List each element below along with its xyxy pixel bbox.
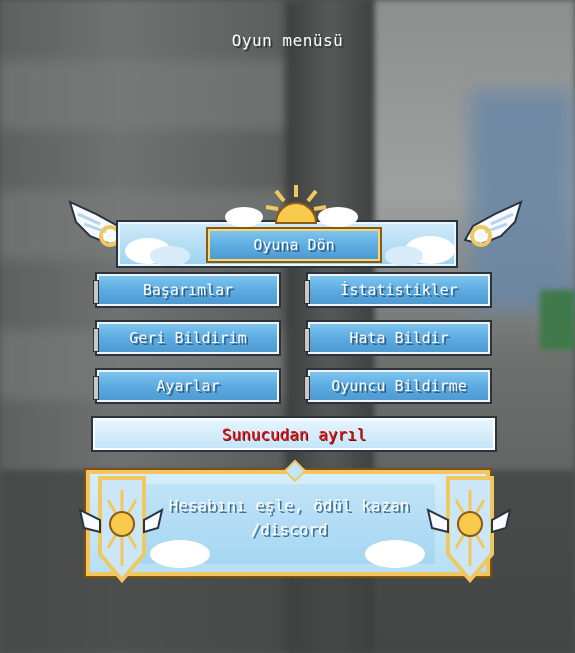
feedback-label: Geri Bildirim [129, 329, 247, 347]
button-cap [93, 376, 99, 400]
button-cap [304, 376, 310, 400]
statistics-label: İstatistikler [340, 281, 458, 299]
report-bug-button[interactable]: Hata Bildir [304, 320, 492, 356]
report-bug-label: Hata Bildir [349, 329, 449, 347]
report-player-button[interactable]: Oyuncu Bildirme [304, 368, 492, 404]
discord-line-2: /discord [250, 520, 328, 539]
cloud-icon [225, 207, 263, 227]
achievements-label: Başarımlar [142, 281, 234, 299]
cloud-icon [150, 246, 190, 266]
statistics-button[interactable]: İstatistikler [304, 272, 492, 308]
right-shield-emblem-icon [426, 476, 512, 584]
sun-icon [265, 185, 327, 224]
cloud-icon [365, 540, 425, 568]
disconnect-label: Sunucudan ayrıl [221, 424, 367, 444]
button-cap [304, 280, 310, 304]
disconnect-button[interactable]: Sunucudan ayrıl [91, 416, 497, 452]
page-title: Oyun menüsü [231, 31, 344, 50]
cloud-icon [385, 246, 423, 266]
feedback-button[interactable]: Geri Bildirim [93, 320, 281, 356]
discord-link-text[interactable]: Hesabını eşle, ödül kazan /discord [150, 494, 428, 542]
resume-game-button[interactable]: Oyuna Dön [206, 227, 382, 263]
button-cap [93, 328, 99, 352]
achievements-button[interactable]: Başarımlar [93, 272, 281, 308]
report-player-label: Oyuncu Bildirme [331, 377, 467, 395]
right-wing-icon [463, 200, 523, 247]
discord-line-1: Hesabını eşle, ödül kazan [168, 496, 410, 515]
button-cap [304, 328, 310, 352]
settings-button[interactable]: Ayarlar [93, 368, 281, 404]
button-cap [93, 280, 99, 304]
left-shield-emblem-icon [78, 476, 164, 584]
settings-label: Ayarlar [156, 377, 220, 395]
